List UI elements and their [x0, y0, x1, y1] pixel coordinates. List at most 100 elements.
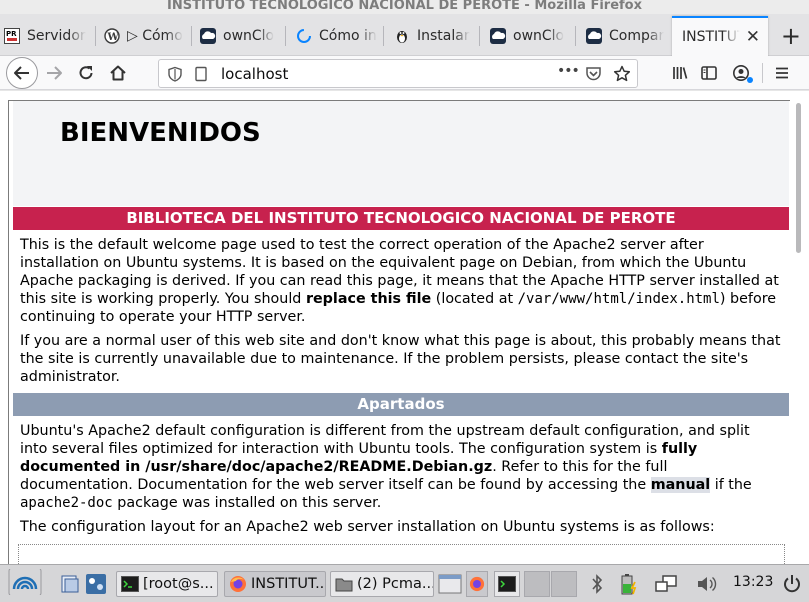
- reload-button[interactable]: [72, 59, 100, 87]
- arrow-right-icon: [47, 66, 62, 80]
- battery-tray[interactable]: [617, 571, 641, 597]
- terminal-icon: [498, 576, 516, 592]
- tab-owncloud-1[interactable]: ownClo: [200, 18, 286, 54]
- start-menu-button[interactable]: [8, 569, 42, 595]
- url-text[interactable]: localhost: [221, 65, 288, 83]
- notification-dot: [747, 77, 753, 83]
- tab-instalar[interactable]: Instalar: [394, 18, 480, 54]
- taskbar-item-terminal[interactable]: [root@s...: [116, 571, 218, 597]
- config-layout-codebox: [18, 544, 785, 564]
- display-tray[interactable]: [655, 571, 677, 597]
- taskbar-item-label: INSTITUT...: [251, 576, 326, 592]
- tab-compar[interactable]: Compar: [586, 18, 668, 54]
- linux-tux-icon: [394, 28, 410, 44]
- power-icon: [784, 575, 800, 593]
- volume-icon: [698, 576, 717, 592]
- forward-button[interactable]: [40, 59, 68, 87]
- page-title: BIENVENIDOS: [60, 118, 261, 148]
- new-tab-button[interactable]: +: [781, 24, 801, 48]
- desktop-icon: [61, 575, 79, 593]
- tab-strip: PR Servidor W ▷ Cómo ownClo Cómo in Inst…: [0, 14, 809, 56]
- arrow-left-icon: [14, 66, 29, 80]
- lubuntu-logo-icon: [8, 569, 42, 595]
- svg-text:W: W: [107, 32, 120, 43]
- owncloud-icon: [490, 28, 506, 44]
- pr-icon: PR: [4, 28, 20, 44]
- window-titlebar: INSTITUTO TECNOLOGICO NACIONAL DE PEROTE…: [0, 0, 809, 14]
- section-heading-apartados: Apartados: [13, 393, 789, 416]
- scrollbar-thumb[interactable]: [796, 103, 801, 253]
- sidebar-icon: [701, 66, 717, 80]
- tab-instituto-active[interactable]: INSTITUT ✕: [672, 16, 768, 56]
- workspace-pager-3[interactable]: [524, 571, 550, 597]
- clock[interactable]: 13:23: [733, 574, 773, 590]
- paragraph-normal-user: If you are a normal user of this web sit…: [20, 333, 781, 385]
- reload-icon: [79, 66, 93, 80]
- bookmark-star-icon[interactable]: [613, 65, 631, 87]
- wordpress-icon: W: [104, 28, 120, 44]
- shield-icon[interactable]: [167, 66, 183, 86]
- show-desktop-button[interactable]: [60, 571, 80, 597]
- library-button[interactable]: [666, 59, 694, 87]
- tab-label: INSTITUT: [682, 29, 740, 45]
- menu-button[interactable]: [768, 59, 796, 87]
- taskbar-item-folder[interactable]: (2) Pcma...: [330, 571, 434, 597]
- index-path-code: /var/www/html/index.html: [517, 291, 720, 307]
- tab-label: Servidor: [27, 28, 86, 44]
- taskbar-item-firefox[interactable]: INSTITUT...: [224, 571, 326, 597]
- sidebar-button[interactable]: [695, 59, 723, 87]
- taskbar-item-label: (2) Pcma...: [357, 576, 434, 592]
- close-tab-icon[interactable]: ✕: [746, 27, 760, 47]
- library-icon: [673, 67, 688, 79]
- manual-link[interactable]: manual: [650, 477, 711, 493]
- firefox-icon: [469, 576, 485, 592]
- workspace-icon: [86, 574, 106, 594]
- tab-como-in[interactable]: Cómo in: [296, 18, 384, 54]
- tab-label: Compar: [609, 28, 665, 44]
- pocket-icon[interactable]: [585, 66, 602, 86]
- display-icon: [655, 575, 677, 592]
- workspace-pager-terminal[interactable]: [494, 571, 520, 597]
- svg-text:PR: PR: [6, 30, 17, 38]
- bluetooth-icon: [592, 574, 603, 594]
- home-icon: [110, 65, 126, 81]
- workspace-pager-4[interactable]: [551, 571, 577, 597]
- web-content[interactable]: BIENVENIDOS BIBLIOTECA DEL INSTITUTO TEC…: [0, 91, 809, 564]
- tab-label: ownClo: [513, 28, 565, 44]
- page-info-icon[interactable]: [193, 66, 209, 86]
- terminal-icon: [121, 574, 139, 594]
- page-header: BIENVENIDOS: [13, 101, 789, 206]
- page-actions-icon[interactable]: •••: [557, 63, 580, 79]
- power-tray[interactable]: [782, 571, 802, 597]
- account-button[interactable]: [727, 59, 755, 87]
- tab-label: Instalar: [417, 28, 470, 44]
- volume-tray[interactable]: [696, 571, 718, 597]
- workspace-pager-firefox[interactable]: [466, 571, 488, 597]
- firefox-icon: [229, 574, 247, 594]
- paragraph-configuration: Ubuntu's Apache2 default configuration i…: [20, 423, 752, 511]
- navigation-toolbar: localhost •••: [0, 56, 809, 90]
- folder-icon: [335, 574, 353, 594]
- tab-label: ▷ Cómo: [127, 28, 183, 44]
- home-button[interactable]: [104, 59, 132, 87]
- tab-label: Cómo in: [319, 28, 377, 44]
- back-button[interactable]: [6, 57, 38, 89]
- tab-servidor[interactable]: PR Servidor: [4, 18, 96, 54]
- paragraph-default-welcome: This is the default welcome page used to…: [20, 237, 779, 325]
- owncloud-icon: [200, 28, 216, 44]
- workspace-pager-1[interactable]: [438, 571, 462, 597]
- taskbar-item-label: [root@s...: [143, 576, 214, 592]
- file-manager-launcher[interactable]: [85, 571, 107, 597]
- tab-label: ownClo: [223, 28, 275, 44]
- bluetooth-tray[interactable]: [590, 571, 604, 597]
- paragraph-layout: The configuration layout for an Apache2 …: [20, 519, 715, 535]
- apache2-doc-code: apache2-doc: [20, 495, 113, 511]
- system-taskbar: [root@s... INSTITUT... (2) Pcma... 13:23: [0, 564, 809, 602]
- owncloud-icon: [586, 28, 602, 44]
- url-bar[interactable]: localhost •••: [158, 59, 638, 88]
- section-heading-biblioteca: BIBLIOTECA DEL INSTITUTO TECNOLOGICO NAC…: [13, 207, 789, 230]
- tab-owncloud-2[interactable]: ownClo: [490, 18, 576, 54]
- window-title: INSTITUTO TECNOLOGICO NACIONAL DE PEROTE…: [167, 0, 642, 13]
- loading-icon: [296, 28, 312, 44]
- tab-como-wordpress[interactable]: W ▷ Cómo: [104, 18, 192, 54]
